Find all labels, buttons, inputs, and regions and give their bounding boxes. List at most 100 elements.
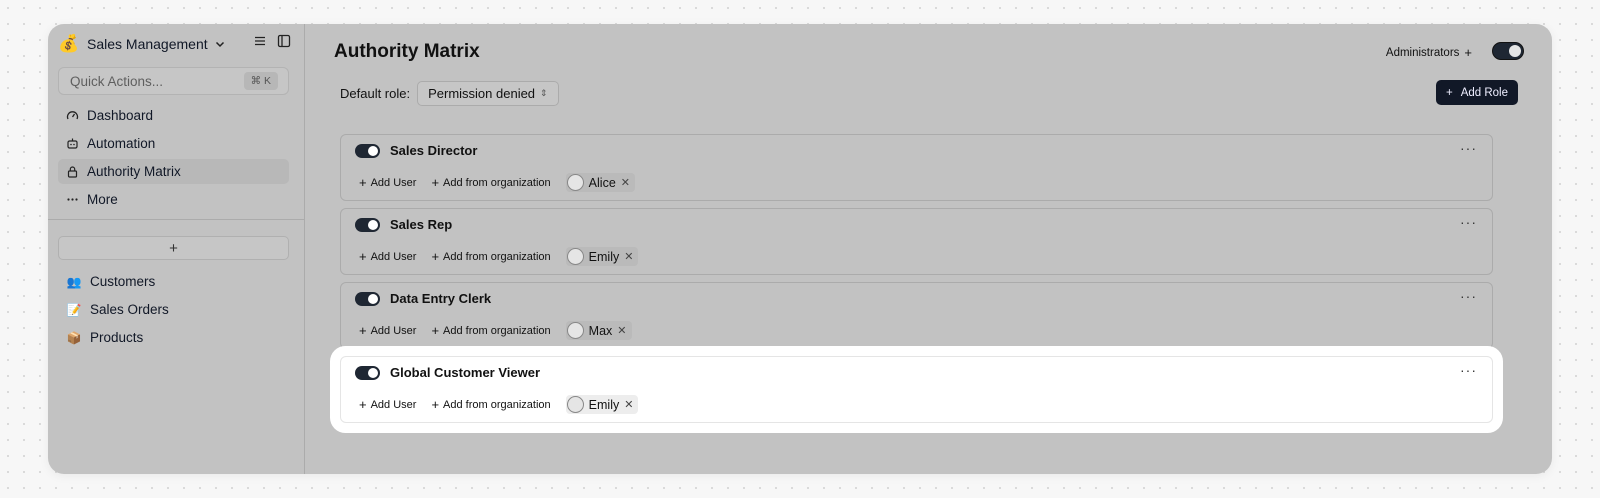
default-role-label: Default role:: [340, 86, 411, 101]
administrators-label: Administrators: [1385, 46, 1460, 59]
plus-icon: +: [359, 175, 367, 190]
add-user-button[interactable]: + Add User: [359, 397, 416, 412]
role-name: Data Entry Clerk: [390, 291, 492, 306]
add-from-organization-label: Add from organization: [443, 398, 551, 411]
menu-icon[interactable]: [253, 34, 267, 48]
user-name: Max: [588, 323, 613, 338]
ellipsis-icon: [66, 193, 79, 206]
sidebar-item-authority-matrix[interactable]: Authority Matrix: [58, 159, 289, 184]
administrators-toggle[interactable]: [1492, 42, 1524, 60]
quick-actions-placeholder: Quick Actions...: [70, 73, 164, 89]
sidebar-item-label: Dashboard: [87, 108, 154, 123]
memo-icon: 📝: [66, 302, 82, 317]
sidebar-item-automation[interactable]: Automation: [58, 131, 289, 156]
role-enabled-toggle[interactable]: [355, 292, 380, 306]
lock-icon: [66, 165, 79, 178]
workspace-emoji-icon: 💰: [58, 34, 80, 53]
add-from-organization-button[interactable]: + Add from organization: [431, 249, 550, 264]
role-card: Data Entry Clerk ··· + Add User + Add from…: [340, 282, 1493, 349]
plus-icon: +: [1445, 86, 1453, 99]
remove-user-icon[interactable]: ✕: [617, 324, 626, 337]
collection-label: Customers: [90, 274, 156, 289]
role-enabled-toggle[interactable]: [355, 144, 380, 158]
role-name: Global Customer Viewer: [390, 365, 541, 380]
remove-user-icon[interactable]: ✕: [624, 250, 633, 263]
page-title: Authority Matrix: [334, 41, 480, 62]
main-panel: Authority Matrix Administrators + Defaul…: [305, 24, 1552, 474]
plus-icon: +: [359, 397, 367, 412]
remove-user-icon[interactable]: ✕: [624, 398, 633, 411]
gauge-icon: [66, 109, 79, 122]
remove-user-icon[interactable]: ✕: [621, 176, 630, 189]
collection-item-customers[interactable]: 👥 Customers: [58, 269, 289, 294]
administrators-button[interactable]: Administrators +: [1386, 45, 1472, 60]
role-card: Sales Director ··· + Add User + Add from o…: [340, 134, 1493, 201]
add-user-label: Add User: [370, 250, 417, 263]
default-role-select[interactable]: Permission denied ⇕: [417, 81, 559, 106]
plus-icon: +: [431, 249, 440, 264]
add-user-button[interactable]: + Add User: [359, 175, 416, 190]
quick-actions-input[interactable]: Quick Actions... ⌘ K: [58, 67, 289, 95]
updown-caret-icon: ⇕: [540, 88, 548, 98]
plus-icon: +: [359, 323, 367, 338]
avatar: [566, 248, 584, 265]
role-enabled-toggle[interactable]: [355, 218, 380, 232]
more-menu-icon[interactable]: ···: [1460, 362, 1477, 378]
user-name: Emily: [588, 249, 620, 264]
people-icon: 👥: [66, 274, 82, 289]
add-user-button[interactable]: + Add User: [359, 249, 416, 264]
add-role-label: Add Role: [1460, 86, 1508, 99]
collection-label: Sales Orders: [90, 302, 169, 317]
plus-icon: +: [431, 175, 440, 190]
add-from-organization-label: Add from organization: [443, 176, 551, 189]
chevron-down-icon: [215, 41, 224, 48]
collection-list: 👥 Customers 📝 Sales Orders 📦 Products: [58, 269, 289, 353]
role-enabled-toggle[interactable]: [355, 366, 380, 380]
avatar: [566, 174, 584, 191]
more-menu-icon[interactable]: ···: [1460, 140, 1477, 156]
avatar: [566, 322, 584, 339]
add-from-organization-button[interactable]: + Add from organization: [431, 323, 550, 338]
add-collection-button[interactable]: +: [58, 236, 289, 260]
role-name: Sales Director: [390, 143, 478, 158]
add-user-label: Add User: [370, 398, 417, 411]
sidebar-item-dashboard[interactable]: Dashboard: [58, 103, 289, 128]
add-role-button[interactable]: + Add Role: [1435, 80, 1518, 105]
collection-item-products[interactable]: 📦 Products: [58, 325, 289, 350]
add-from-organization-button[interactable]: + Add from organization: [431, 175, 550, 190]
workspace-title: Sales Management: [87, 36, 208, 52]
add-user-label: Add User: [370, 176, 417, 189]
role-card: Sales Rep ··· + Add User + Add from organi…: [340, 208, 1493, 275]
package-icon: 📦: [66, 330, 82, 345]
robot-icon: [66, 137, 79, 150]
workspace-header[interactable]: 💰 Sales Management: [58, 32, 295, 56]
shortcut-badge: ⌘ K: [243, 72, 278, 90]
add-from-organization-button[interactable]: + Add from organization: [431, 397, 550, 412]
sidebar-toggle-icon[interactable]: [277, 34, 291, 48]
sidebar-item-label: More: [87, 192, 118, 207]
user-chip: Emily ✕: [565, 395, 639, 414]
app-window: 💰 Sales Management Quick Actions... ⌘ K: [48, 24, 1552, 474]
avatar: [566, 396, 584, 413]
add-user-button[interactable]: + Add User: [359, 323, 416, 338]
more-menu-icon[interactable]: ···: [1460, 288, 1477, 304]
user-name: Emily: [588, 397, 620, 412]
user-chip: Max ✕: [565, 321, 632, 340]
user-name: Alice: [588, 175, 616, 190]
add-from-organization-label: Add from organization: [443, 250, 551, 263]
add-from-organization-label: Add from organization: [443, 324, 551, 337]
sidebar-divider: [48, 219, 304, 220]
plus-icon: +: [431, 397, 440, 412]
more-menu-icon[interactable]: ···: [1460, 214, 1477, 230]
sidebar: 💰 Sales Management Quick Actions... ⌘ K: [48, 24, 305, 474]
user-chip: Emily ✕: [565, 247, 639, 266]
sidebar-nav: Dashboard Automation Authority Matrix Mo…: [58, 103, 289, 215]
default-role-value: Permission denied: [428, 86, 536, 101]
sidebar-item-more[interactable]: More: [58, 187, 289, 212]
collection-item-sales-orders[interactable]: 📝 Sales Orders: [58, 297, 289, 322]
sidebar-item-label: Automation: [87, 136, 156, 151]
add-user-label: Add User: [370, 324, 417, 337]
role-name: Sales Rep: [390, 217, 453, 232]
plus-icon: +: [1464, 45, 1472, 60]
sidebar-item-label: Authority Matrix: [87, 164, 181, 179]
